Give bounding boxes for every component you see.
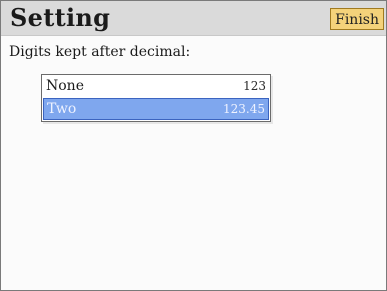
title-bar: Setting Finish bbox=[1, 1, 386, 36]
option-none[interactable]: None 123 bbox=[43, 76, 269, 98]
option-none-sample: 123 bbox=[243, 79, 266, 93]
option-none-label: None bbox=[46, 78, 84, 94]
settings-screen: Setting Finish Digits kept after decimal… bbox=[0, 0, 387, 291]
finish-button[interactable]: Finish bbox=[330, 8, 384, 30]
page-title: Setting bbox=[10, 3, 111, 32]
option-two-sample: 123.45 bbox=[223, 102, 265, 116]
option-two[interactable]: Two 123.45 bbox=[43, 98, 269, 120]
option-two-label: Two bbox=[47, 101, 77, 117]
decimal-prompt-label: Digits kept after decimal: bbox=[9, 44, 191, 60]
decimal-options-list: None 123 Two 123.45 bbox=[41, 74, 271, 122]
